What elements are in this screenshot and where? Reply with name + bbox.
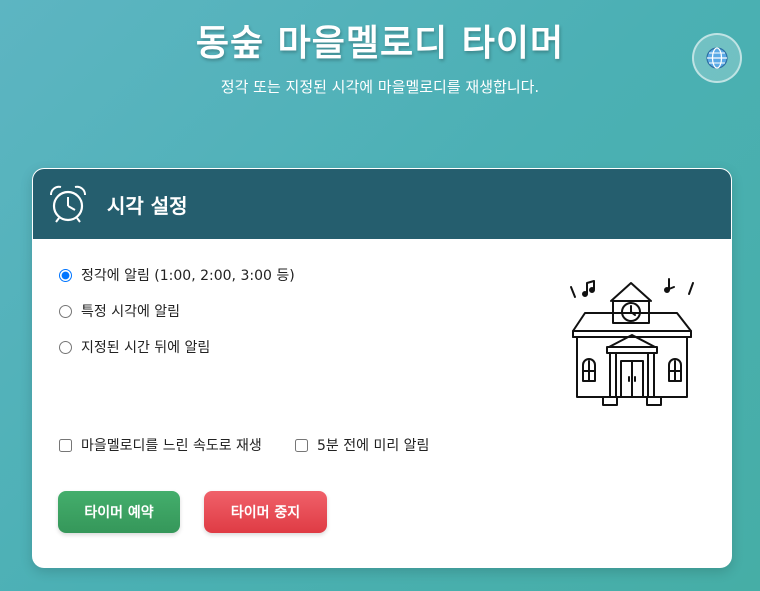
card-header: 시각 설정 [33, 169, 731, 239]
reserve-timer-button[interactable]: 타이머 예약 [58, 491, 180, 533]
option-label: 특정 시각에 알림 [81, 304, 181, 320]
page-subtitle: 정각 또는 지정된 시각에 마을멜로디를 재생합니다. [220, 78, 540, 96]
radio-after-duration[interactable] [59, 340, 72, 354]
slow-playback-checkbox-row[interactable]: 마을멜로디를 느린 속도로 재생 [59, 435, 262, 455]
globe-icon [706, 47, 728, 69]
language-button[interactable] [692, 33, 742, 83]
slow-playback-checkbox[interactable] [59, 438, 72, 452]
option-on-the-hour[interactable]: 정각에 알림 (1:00, 2:00, 3:00 등) [59, 265, 295, 285]
option-label: 정각에 알림 (1:00, 2:00, 3:00 등) [81, 268, 295, 284]
page-title: 동숲 마을멜로디 타이머 [195, 23, 565, 64]
time-settings-card: 시각 설정 정각에 알림 (1:00, 2:00, 3:00 등) 특정 시각에… [32, 168, 732, 568]
stop-timer-button[interactable]: 타이머 중지 [204, 491, 327, 533]
checkbox-label: 마을멜로디를 느린 속도로 재생 [81, 438, 262, 454]
option-specific-time[interactable]: 특정 시각에 알림 [59, 301, 180, 321]
radio-on-the-hour[interactable] [59, 268, 72, 282]
card-title: 시각 설정 [107, 193, 188, 218]
option-label: 지정된 시간 뒤에 알림 [81, 340, 211, 356]
option-after-duration[interactable]: 지정된 시간 뒤에 알림 [59, 337, 210, 357]
alarm-clock-icon [50, 185, 86, 223]
early-alert-checkbox-row[interactable]: 5분 전에 미리 알림 [295, 435, 429, 455]
radio-specific-time[interactable] [59, 304, 72, 318]
checkbox-label: 5분 전에 미리 알림 [317, 438, 430, 454]
town-hall-illustration [570, 278, 694, 406]
early-alert-checkbox[interactable] [295, 438, 308, 452]
